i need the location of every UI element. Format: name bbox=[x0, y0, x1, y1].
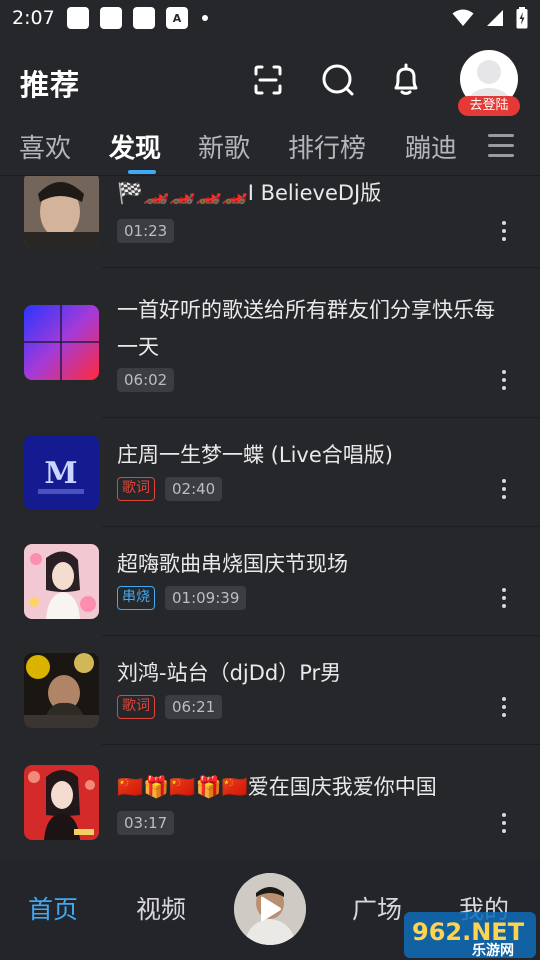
notification-icon bbox=[133, 7, 155, 29]
medley-tag: 串烧 bbox=[117, 586, 155, 610]
song-title: 一首好听的歌送给所有群友们分享快乐每一天 bbox=[117, 298, 495, 359]
song-duration: 06:02 bbox=[117, 368, 175, 392]
page-title: 推荐 bbox=[20, 68, 81, 102]
nav-video[interactable]: 视频 bbox=[136, 890, 186, 926]
avatar-login-button[interactable]: 去登陆 bbox=[458, 50, 520, 116]
song-meta: 01:23 bbox=[117, 219, 175, 243]
song-cover bbox=[24, 653, 99, 728]
watermark-sub: 乐游网 bbox=[472, 942, 514, 959]
song-meta: 06:02 bbox=[117, 368, 175, 392]
notification-letter-icon: A bbox=[166, 7, 188, 29]
song-duration: 03:17 bbox=[117, 811, 175, 835]
scan-icon[interactable] bbox=[250, 62, 286, 98]
category-tabs: 喜欢 发现 新歌 排行榜 蹦迪 bbox=[0, 122, 540, 174]
more-options-icon[interactable] bbox=[498, 479, 510, 503]
menu-icon[interactable] bbox=[488, 134, 514, 158]
song-meta: 03:17 bbox=[117, 811, 175, 835]
header: 推荐 去登陆 bbox=[0, 44, 540, 120]
notification-icon bbox=[100, 7, 122, 29]
battery-icon bbox=[516, 7, 528, 29]
song-cover bbox=[24, 305, 99, 380]
more-options-icon[interactable] bbox=[498, 697, 510, 721]
signal-icon bbox=[487, 10, 503, 26]
song-meta: 歌词 06:21 bbox=[117, 695, 223, 719]
song-cover bbox=[24, 765, 99, 840]
search-icon[interactable] bbox=[320, 62, 356, 98]
login-badge[interactable]: 去登陆 bbox=[458, 96, 520, 116]
nav-home[interactable]: 首页 bbox=[28, 890, 78, 926]
more-notifications-dot bbox=[202, 15, 208, 21]
bell-icon[interactable] bbox=[388, 62, 424, 98]
tab-favorites[interactable]: 喜欢 bbox=[19, 128, 71, 165]
lyrics-tag: 歌词 bbox=[117, 477, 155, 501]
song-cover: M bbox=[24, 435, 99, 510]
song-duration: 06:21 bbox=[165, 695, 223, 719]
separator bbox=[102, 417, 540, 418]
song-title: 超嗨歌曲串烧国庆节现场 bbox=[117, 552, 348, 576]
song-cover bbox=[24, 544, 99, 619]
separator bbox=[102, 526, 540, 527]
separator bbox=[102, 267, 540, 268]
song-meta: 串烧 01:09:39 bbox=[117, 586, 247, 610]
song-meta: 歌词 02:40 bbox=[117, 477, 223, 501]
play-icon[interactable] bbox=[258, 896, 282, 922]
tab-charts[interactable]: 排行榜 bbox=[288, 128, 366, 165]
more-options-icon[interactable] bbox=[498, 370, 510, 394]
tab-discover[interactable]: 发现 bbox=[109, 128, 161, 165]
song-cover bbox=[24, 176, 99, 247]
tab-disco[interactable]: 蹦迪 bbox=[405, 128, 457, 165]
watermark-brand: 962.NET bbox=[412, 918, 525, 946]
song-title: 🏁🏎️🏎️🏎️🏎️I BelieveDJ版 bbox=[117, 181, 382, 205]
nav-square[interactable]: 广场 bbox=[352, 890, 402, 926]
tab-new-songs[interactable]: 新歌 bbox=[198, 128, 250, 165]
song-duration: 01:23 bbox=[117, 219, 175, 243]
song-title: 刘鸿-站台（djDd）Pr男 bbox=[117, 661, 342, 685]
wifi-icon bbox=[452, 9, 474, 26]
active-tab-indicator bbox=[128, 170, 156, 174]
song-title: 🇨🇳🎁🇨🇳🎁🇨🇳爱在国庆我爱你中国 bbox=[117, 775, 437, 799]
separator bbox=[102, 635, 540, 636]
song-duration: 01:09:39 bbox=[165, 586, 247, 610]
status-bar: 2:07 A bbox=[0, 0, 540, 36]
song-title: 庄周一生梦一蝶 (Live合唱版) bbox=[117, 443, 393, 467]
lyrics-tag: 歌词 bbox=[117, 695, 155, 719]
more-options-icon[interactable] bbox=[498, 221, 510, 245]
more-options-icon[interactable] bbox=[498, 813, 510, 837]
watermark-logo: 962.NET 乐游网 bbox=[404, 912, 536, 959]
status-time: 2:07 bbox=[12, 7, 55, 29]
now-playing-button[interactable] bbox=[234, 873, 306, 945]
song-list: 🏁🏎️🏎️🏎️🏎️I BelieveDJ版 01:23 一首好听的歌送给所有群友… bbox=[0, 176, 540, 860]
svg-text:M: M bbox=[44, 456, 77, 491]
notification-icon bbox=[67, 7, 89, 29]
separator bbox=[102, 744, 540, 745]
more-options-icon[interactable] bbox=[498, 588, 510, 612]
song-duration: 02:40 bbox=[165, 477, 223, 501]
